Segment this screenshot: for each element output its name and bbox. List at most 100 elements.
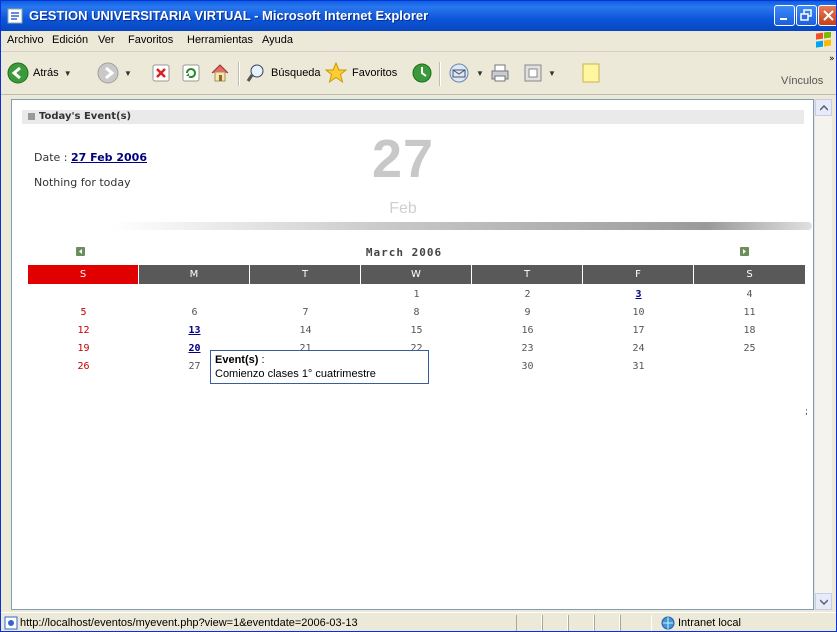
scroll-down-icon [820,599,828,605]
next-month-button[interactable] [740,247,749,256]
calendar-day-1: 1 [413,289,420,300]
calendar-day-2: 2 [524,289,531,300]
calendar-day-25: 25 [743,343,756,354]
todays-events-header: Today's Event(s) [22,110,804,124]
favorites-label: Favoritos [352,67,398,79]
big-month-label: Feb [389,200,417,217]
favorites-button[interactable]: Favoritos [324,60,397,86]
side-mark: ; [805,407,809,417]
menu-archivo[interactable]: Archivo [7,34,44,46]
page-icon [4,616,18,630]
edit-button[interactable]: ▼ [523,60,556,86]
search-icon [246,64,264,82]
weekday-monday: M [139,265,250,284]
links-label[interactable]: Vínculos [781,75,823,87]
refresh-button[interactable] [181,60,201,86]
calendar-day-empty [250,286,361,304]
close-button[interactable] [818,5,836,26]
window-title: GESTION UNIVERSITARIA VIRTUAL - Microsof… [29,8,429,23]
calendar-day-14: 14 [299,325,312,336]
stop-button[interactable] [151,60,171,86]
back-button[interactable]: Atrás ▼ [7,60,72,86]
status-url: http://localhost/eventos/myevent.php?vie… [20,617,358,629]
more-chevron-icon[interactable]: » [829,54,835,64]
search-button[interactable]: Búsqueda [245,60,321,86]
calendar-day-18: 18 [743,325,756,336]
calendar-day-3[interactable]: 3 [583,286,694,304]
windows-logo-icon [816,32,831,48]
refresh-icon [182,64,200,82]
calendar-day-19: 19 [77,343,90,354]
vertical-scrollbar[interactable] [814,99,832,610]
toolbar: Atrás ▼ ▼ Búsqueda Favoritos ▼ ▼ » Víncu… [1,52,836,95]
calendar-week-row: 5 6 7 8 9 10 11 [28,304,805,322]
chevron-down-icon[interactable]: ▼ [64,69,72,78]
tooltip-title-text: Event(s) [215,354,259,366]
header-text: Today's Event(s) [39,111,132,122]
bullet-square-icon [28,113,35,120]
calendar-day-11: 11 [743,307,756,318]
arrow-right-icon [743,249,746,254]
search-label: Búsqueda [271,67,321,79]
calendar-day-4: 4 [746,289,753,300]
note-icon [582,63,600,83]
calendar-day-12: 12 [77,325,90,336]
menu-bar: Archivo Edición Ver Favoritos Herramient… [1,31,836,52]
tooltip-title-suffix: : [258,354,265,366]
nothing-today-text: Nothing for today [34,176,131,189]
status-bar: http://localhost/eventos/myevent.php?vie… [1,612,836,631]
scroll-down-button[interactable] [815,593,832,610]
weekday-tuesday: T [250,265,361,284]
minimize-button[interactable] [774,5,795,26]
date-line: Date : 27 Feb 2006 [34,151,147,164]
scroll-up-button[interactable] [815,99,832,116]
menu-edicion[interactable]: Edición [52,34,88,46]
tooltip-body: Comienzo clases 1° cuatrimestre [215,368,376,380]
back-arrow-icon [7,62,29,84]
calendar-week-row: 1 2 3 4 [28,286,805,304]
page-content: Today's Event(s) Date : 27 Feb 2006 Noth… [11,99,814,610]
edit-icon [524,64,542,82]
event-tooltip: Event(s) : Comienzo clases 1° cuatrimest… [210,350,429,384]
restore-icon [800,9,812,21]
calendar-day-empty [694,358,805,376]
print-button[interactable] [489,60,511,86]
weekday-sunday: S [28,265,139,284]
browser-window: GESTION UNIVERSITARIA VIRTUAL - Microsof… [0,0,837,632]
calendar-day-6: 6 [191,307,198,318]
star-icon [324,61,348,84]
messenger-button[interactable] [581,60,601,86]
menu-favoritos[interactable]: Favoritos [128,34,173,46]
menu-ayuda[interactable]: Ayuda [262,34,293,46]
calendar-day-30: 30 [521,361,534,372]
restore-button[interactable] [796,5,817,26]
calendar-day-7: 7 [302,307,309,318]
calendar-day-15: 15 [410,325,423,336]
scroll-up-icon [820,105,828,111]
chevron-down-icon[interactable]: ▼ [476,69,484,78]
security-zone: Intranet local [678,617,741,629]
calendar-week-row: 12 13 14 15 16 17 18 [28,322,805,340]
calendar-day-16: 16 [521,325,534,336]
weekday-friday: F [583,265,694,284]
calendar-month-title: March 2006 [365,246,443,259]
calendar-day-17: 17 [632,325,645,336]
date-link[interactable]: 27 Feb 2006 [71,151,147,164]
weekday-wednesday: W [361,265,472,284]
chevron-down-icon[interactable]: ▼ [124,69,132,78]
calendar-day-13[interactable]: 13 [139,322,250,340]
chevron-down-icon[interactable]: ▼ [548,69,556,78]
calendar-day-5: 5 [80,307,87,318]
mail-button[interactable]: ▼ [447,60,484,86]
calendar-day-31: 31 [632,361,645,372]
menu-ver[interactable]: Ver [98,34,115,46]
ie-page-icon [7,8,23,24]
forward-button[interactable]: ▼ [97,60,132,86]
calendar-day-24: 24 [632,343,645,354]
history-icon [412,63,432,83]
history-button[interactable] [411,60,433,86]
prev-month-button[interactable] [76,247,85,256]
home-button[interactable] [209,60,231,86]
title-bar[interactable]: GESTION UNIVERSITARIA VIRTUAL - Microsof… [1,1,836,31]
menu-herramientas[interactable]: Herramientas [187,34,253,46]
